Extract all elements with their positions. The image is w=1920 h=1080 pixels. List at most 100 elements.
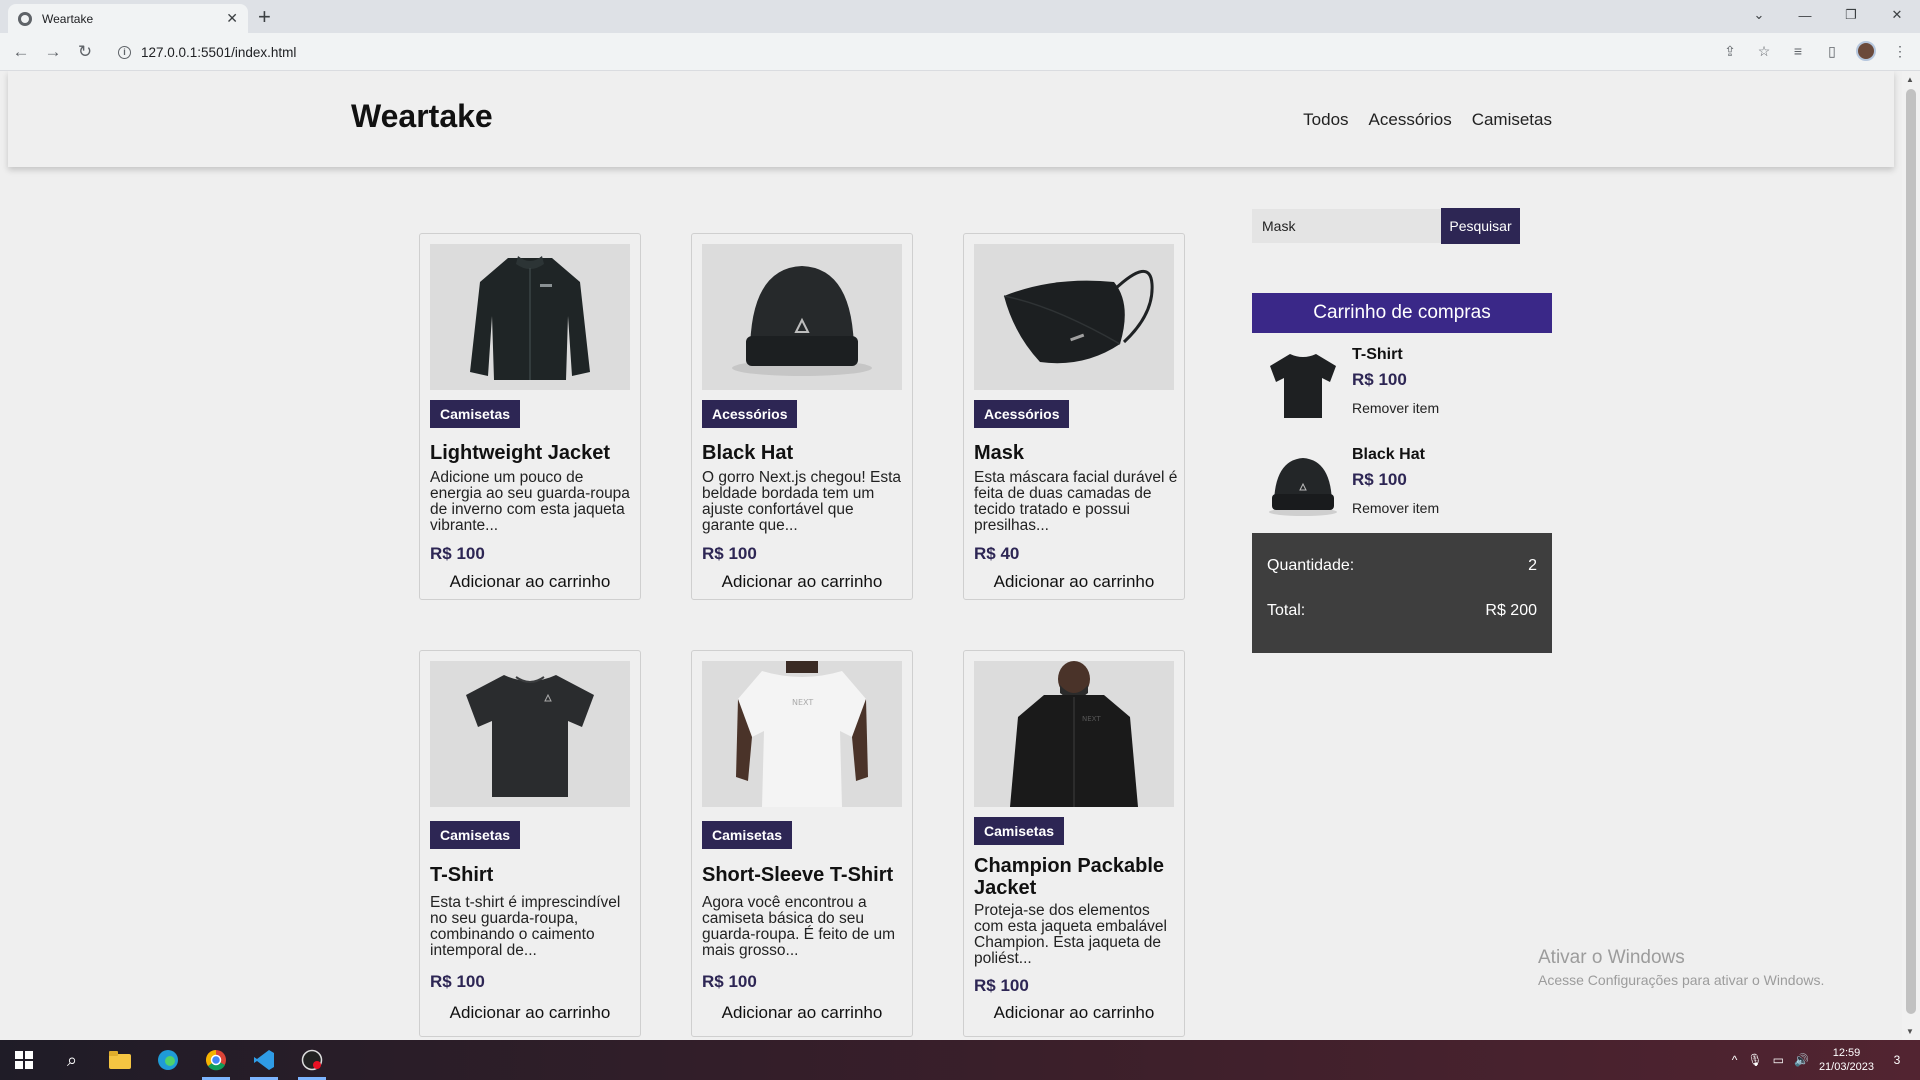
page-scrollbar[interactable]: ▲ ▼ — [1902, 71, 1920, 1040]
product-name: Black Hat — [702, 442, 794, 464]
clock-date: 21/03/2023 — [1818, 1061, 1874, 1073]
url-field[interactable]: i 127.0.0.1:5501/index.html — [108, 37, 1768, 67]
svg-text:NEXT: NEXT — [792, 698, 813, 707]
cart-item-image — [1260, 346, 1346, 422]
network-icon[interactable]: ▭ — [1773, 1053, 1784, 1067]
category-badge: Camisetas — [430, 821, 521, 849]
windows-activation-watermark: Ativar o Windows Acesse Configurações pa… — [1538, 947, 1824, 988]
product-price: R$ 100 — [430, 544, 485, 563]
product-price: R$ 100 — [702, 544, 757, 563]
product-description: Proteja-se dos elementos com esta jaquet… — [974, 902, 1168, 967]
globe-icon — [18, 11, 32, 26]
add-to-cart-button[interactable]: Adicionar ao carrinho — [420, 572, 640, 592]
add-to-cart-button[interactable]: Adicionar ao carrinho — [964, 572, 1184, 592]
beanie-icon — [1269, 458, 1337, 516]
edge-icon[interactable] — [144, 1040, 192, 1080]
close-tab-icon[interactable]: ✕ — [226, 10, 238, 27]
profile-avatar[interactable] — [1856, 41, 1876, 61]
scrollbar-thumb[interactable] — [1906, 89, 1916, 1014]
file-explorer-icon[interactable] — [96, 1040, 144, 1080]
microphone-icon[interactable]: 🎙 — [1747, 1053, 1762, 1067]
cart-item-price: R$ 100 — [1352, 370, 1407, 389]
cart-item: Black Hat R$ 100 Remover item — [1252, 446, 1552, 546]
chrome-icon[interactable] — [192, 1040, 240, 1080]
add-to-cart-button[interactable]: Adicionar ao carrinho — [692, 572, 912, 592]
product-card: Acessórios Mask Esta máscara facial durá… — [963, 233, 1185, 600]
nav-acessorios[interactable]: Acessórios — [1369, 110, 1452, 130]
add-to-cart-button[interactable]: Adicionar ao carrinho — [420, 1003, 640, 1023]
search-button[interactable]: Pesquisar — [1441, 208, 1520, 244]
site-logo[interactable]: Weartake — [351, 98, 493, 135]
scroll-down-icon[interactable]: ▼ — [1906, 1027, 1914, 1036]
notification-count: 3 — [1893, 1053, 1901, 1067]
tab-search-icon[interactable]: ⌄ — [1736, 0, 1782, 30]
cart-item-image — [1260, 446, 1346, 522]
notification-icon[interactable]: 3 — [1884, 1050, 1910, 1070]
remove-item-button[interactable]: Remover item — [1352, 500, 1439, 516]
product-image — [430, 244, 630, 390]
product-price: R$ 100 — [974, 976, 1029, 995]
cart-item: T-Shirt R$ 100 Remover item — [1252, 346, 1552, 446]
search-icon[interactable]: ⌕ — [48, 1040, 96, 1080]
reload-icon[interactable]: ↻ — [74, 41, 96, 63]
product-description: Esta máscara facial durável é feita de d… — [974, 469, 1178, 534]
vscode-icon[interactable] — [240, 1040, 288, 1080]
back-icon[interactable]: ← — [10, 41, 32, 63]
menu-kebab-icon[interactable]: ⋮ — [1890, 41, 1910, 61]
product-image: NEXT — [702, 661, 902, 807]
site-nav: Todos Acessórios Camisetas — [1303, 110, 1552, 130]
total-value: R$ 200 — [1485, 602, 1537, 619]
cart-item-name: T-Shirt — [1352, 346, 1403, 363]
restore-icon[interactable]: ❐ — [1828, 0, 1874, 30]
obs-recorder-icon[interactable] — [288, 1040, 336, 1080]
close-window-icon[interactable]: ✕ — [1874, 0, 1920, 30]
url-text: 127.0.0.1:5501/index.html — [141, 44, 297, 60]
clock[interactable]: 12:59 21/03/2023 — [1819, 1046, 1874, 1074]
add-to-cart-button[interactable]: Adicionar ao carrinho — [692, 1003, 912, 1023]
new-tab-icon[interactable]: + — [258, 4, 271, 30]
product-description: Esta t-shirt é imprescindível no seu gua… — [430, 894, 621, 959]
cart-item-price: R$ 100 — [1352, 470, 1407, 489]
category-badge: Acessórios — [974, 400, 1070, 428]
forward-icon[interactable]: → — [42, 41, 64, 63]
nav-camisetas[interactable]: Camisetas — [1472, 110, 1552, 130]
windows-taskbar: ⌕ ^ 🎙 ▭ 🔊 12:59 21/03/2023 3 — [0, 1040, 1920, 1080]
browser-toolbar: ⇪ ☆ ≡ ▯ ⋮ — [1720, 41, 1910, 61]
cart-summary: Quantidade: 2 Total: R$ 200 — [1252, 533, 1552, 653]
system-tray: ^ 🎙 ▭ 🔊 12:59 21/03/2023 3 — [1732, 1040, 1910, 1080]
volume-icon[interactable]: 🔊 — [1794, 1053, 1809, 1067]
remove-item-button[interactable]: Remover item — [1352, 400, 1439, 416]
quantity-row: Quantidade: 2 — [1267, 557, 1537, 575]
side-panel-icon[interactable]: ▯ — [1822, 41, 1842, 61]
total-label: Total: — [1267, 602, 1306, 619]
product-image — [974, 244, 1174, 390]
minimize-icon[interactable]: — — [1782, 0, 1828, 30]
product-card: Camisetas T-Shirt Esta t-shirt é impresc… — [419, 650, 641, 1037]
total-row: Total: R$ 200 — [1267, 602, 1537, 620]
bookmark-star-icon[interactable]: ☆ — [1754, 41, 1774, 61]
scroll-up-icon[interactable]: ▲ — [1906, 75, 1914, 84]
nav-todos[interactable]: Todos — [1303, 110, 1348, 130]
watermark-title: Ativar o Windows — [1538, 947, 1685, 968]
product-price: R$ 100 — [430, 972, 485, 991]
category-badge: Camisetas — [974, 817, 1065, 845]
tshirt-icon — [1270, 354, 1336, 418]
browser-tab[interactable]: Weartake ✕ — [8, 4, 248, 33]
window-controls: ⌄ — ❐ ✕ — [1736, 0, 1920, 33]
quantity-label: Quantidade: — [1267, 557, 1355, 574]
windows-start-icon[interactable] — [0, 1040, 48, 1080]
share-icon[interactable]: ⇪ — [1720, 41, 1740, 61]
cart-title: Carrinho de compras — [1252, 293, 1552, 333]
packable-jacket-icon: NEXT — [1010, 661, 1138, 807]
product-image — [702, 244, 902, 390]
product-price: R$ 100 — [702, 972, 757, 991]
product-card: NEXT Camisetas Champion Packable Jacket … — [963, 650, 1185, 1037]
search-input[interactable] — [1252, 209, 1442, 243]
reading-list-icon[interactable]: ≡ — [1788, 41, 1808, 61]
tray-chevron-icon[interactable]: ^ — [1732, 1053, 1738, 1067]
product-card: Acessórios Black Hat O gorro Next.js che… — [691, 233, 913, 600]
product-name: Mask — [974, 442, 1025, 464]
info-icon[interactable]: i — [118, 45, 131, 59]
add-to-cart-button[interactable]: Adicionar ao carrinho — [964, 1003, 1184, 1023]
product-price: R$ 40 — [974, 544, 1020, 563]
